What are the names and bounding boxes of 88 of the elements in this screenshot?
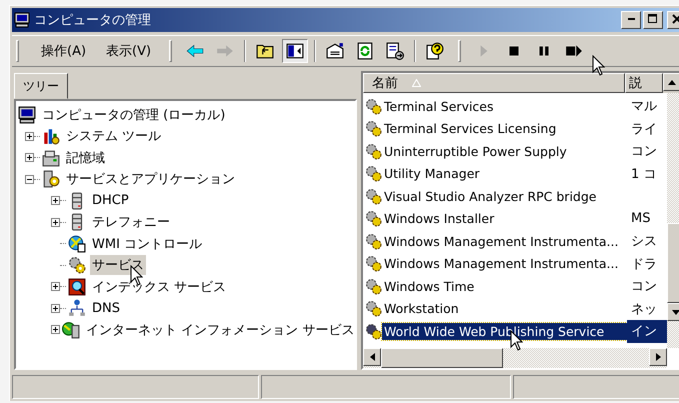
sort-arrow-icon: [412, 79, 421, 87]
column-header[interactable]: 名前: [363, 73, 625, 93]
minimize-icon: [628, 18, 634, 20]
expand-toggle[interactable]: [51, 325, 60, 334]
storage-icon: [42, 148, 60, 167]
expand-toggle[interactable]: [51, 218, 60, 227]
gears-icon: [68, 256, 86, 274]
gears-icon: [365, 210, 382, 228]
wmi-icon: [68, 234, 86, 253]
description-cell-text: コン: [631, 278, 657, 296]
gears-icon: [365, 98, 382, 115]
tree-item[interactable]: システム ツール: [64, 126, 164, 146]
description-cell-text: シス: [631, 233, 657, 250]
description-cell: MS: [631, 211, 650, 226]
export-list-icon: [386, 42, 404, 60]
minimize-button[interactable]: [621, 11, 641, 29]
left-triangle-icon: [370, 353, 374, 361]
gears-icon: [365, 142, 382, 160]
expand-toggle[interactable]: [25, 132, 34, 141]
tree-item[interactable]: WMI コントロール: [90, 234, 204, 254]
gears-icon: [365, 165, 382, 182]
toolbar-button[interactable]: [282, 39, 308, 63]
gears-icon: [365, 322, 382, 340]
description-cell-text: 1 コ: [631, 166, 656, 183]
maximize-button[interactable]: [643, 11, 663, 29]
menu-item[interactable]: 操作(A): [33, 40, 94, 62]
menu-item[interactable]: 表示(V): [98, 40, 160, 62]
tree-item[interactable]: インデックス サービス: [90, 276, 228, 297]
service-row[interactable]: Terminal Services: [382, 98, 627, 115]
service-row[interactable]: Windows Time: [382, 278, 627, 295]
expand-toggle[interactable]: [51, 196, 60, 206]
panes-icon: [286, 42, 304, 60]
tree-item[interactable]: DHCP: [90, 192, 131, 210]
service-row[interactable]: Utility Manager: [382, 165, 627, 182]
right-triangle-icon: [656, 353, 660, 361]
expand-toggle[interactable]: [25, 174, 34, 184]
properties-icon: [326, 42, 344, 60]
description-cell-text: コン: [631, 143, 657, 160]
tree-item[interactable]: サービスとアプリケーション: [64, 169, 237, 190]
tools-icon: [42, 127, 60, 146]
tree-item[interactable]: インターネット インフォメーション サービス: [84, 320, 356, 340]
up-triangle-icon: [668, 80, 676, 84]
gears-icon: [365, 278, 382, 295]
expand-toggle[interactable]: [25, 153, 34, 162]
computer-icon: [14, 12, 30, 28]
description-cell-text: イン: [631, 323, 657, 340]
description-cell-text: ライ: [631, 120, 657, 138]
tree-item[interactable]: コンピュータの管理 (ローカル): [40, 104, 228, 125]
tree-item[interactable]: テレフォニー: [90, 212, 172, 232]
gears-icon: [365, 300, 382, 318]
service-row[interactable]: Windows Management Instrumenta...: [382, 255, 627, 272]
service-row[interactable]: Terminal Services Licensing: [382, 120, 627, 138]
description-cell-text: ネッ: [631, 300, 657, 318]
service-row[interactable]: World Wide Web Publishing Service: [382, 322, 627, 340]
tree-tab[interactable]: ツリー: [14, 73, 68, 99]
scrollbar-thumb[interactable]: [381, 348, 503, 368]
gears-icon: [365, 120, 382, 138]
service-row[interactable]: Visual Studio Analyzer RPC bridge: [382, 188, 627, 205]
column-header[interactable]: 説: [625, 73, 663, 93]
gears-icon: [365, 232, 382, 250]
service-row[interactable]: Windows Installer: [382, 210, 627, 228]
service-row[interactable]: Uninterruptible Power Supply: [382, 142, 627, 160]
web-server-icon: [62, 320, 80, 339]
server-gear-icon: [42, 170, 60, 188]
computer-icon: [18, 106, 36, 124]
service-row[interactable]: Workstation: [382, 300, 627, 318]
tree-item[interactable]: 記憶域: [64, 148, 107, 168]
description-cell-text: マル: [631, 98, 657, 116]
scroll-up-button[interactable]: [663, 73, 679, 91]
scroll-left-button[interactable]: [363, 348, 381, 366]
index-icon: [68, 278, 86, 296]
service-row[interactable]: Windows Management Instrumenta...: [382, 232, 627, 250]
help-icon: [426, 42, 444, 60]
expand-toggle[interactable]: [51, 282, 60, 292]
maximize-icon: [648, 14, 658, 24]
expand-toggle[interactable]: [51, 304, 60, 313]
tree-item[interactable]: DNS: [90, 300, 122, 317]
down-triangle-icon: [672, 310, 679, 314]
folder-up-icon: [256, 42, 274, 60]
scroll-right-button[interactable]: [649, 348, 667, 366]
back-arrow-icon: [186, 42, 204, 60]
window-title: コンピュータの管理: [34, 12, 152, 29]
refresh-icon: [356, 42, 374, 60]
network-icon: [68, 299, 86, 318]
gears-icon: [365, 188, 382, 205]
gears-icon: [365, 255, 382, 272]
close-icon: [672, 14, 679, 24]
description-cell-text: ドラ: [631, 256, 657, 273]
